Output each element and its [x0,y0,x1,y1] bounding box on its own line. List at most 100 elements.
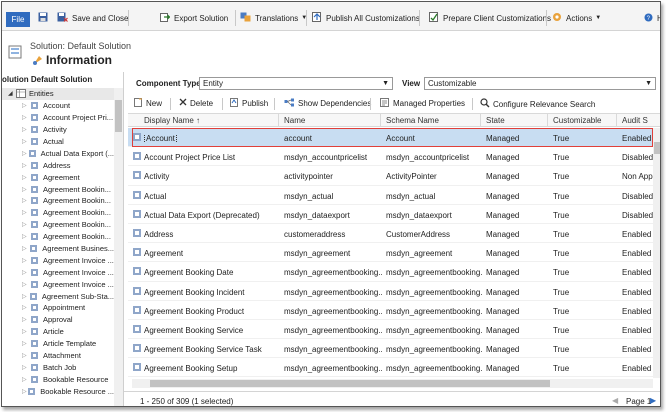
publish-all-button[interactable]: Publish All Customizations [312,11,420,25]
column-divider[interactable] [547,114,548,127]
save-button[interactable] [38,11,52,25]
nav-item[interactable]: ▷ Activity [2,124,114,136]
expand-right-icon[interactable]: ▷ [22,114,30,121]
nav-item[interactable]: ▷ Attachment [2,350,114,362]
table-row[interactable]: Agreement Booking Product msdyn_agreement… [128,301,653,320]
table-row[interactable]: Actual Data Export (Deprecated) msdyn_dat… [128,205,653,224]
nav-item[interactable]: ▷ Article Template [2,338,114,350]
expand-right-icon[interactable]: ▷ [22,197,30,204]
expand-right-icon[interactable]: ▷ [22,174,30,181]
delete-button[interactable]: Delete [179,98,213,108]
expand-right-icon[interactable]: ▷ [22,304,30,311]
nav-item[interactable]: ▷ Agreement Invoice ... [2,278,114,290]
table-row[interactable]: Agreement Booking Incident msdyn_agreemen… [128,282,653,301]
nav-item[interactable]: ▷ Account Project Pri... [2,112,114,124]
expand-right-icon[interactable]: ▷ [22,376,30,383]
column-divider[interactable] [616,114,617,127]
column-divider[interactable] [278,114,279,127]
expand-right-icon[interactable]: ▷ [22,245,29,252]
nav-item[interactable]: ▷ Actual Data Export (... [2,147,114,159]
expand-right-icon[interactable]: ▷ [22,340,30,347]
nav-item[interactable]: ▷ Agreement [2,171,114,183]
column-divider[interactable] [480,114,481,127]
nav-item[interactable]: ▷ Agreement Bookin... [2,231,114,243]
nav-item[interactable]: ▷ Agreement Busines... [2,243,114,255]
new-button[interactable]: New [134,98,162,109]
column-divider[interactable] [380,114,381,127]
table-row[interactable]: Activity activitypointer ActivityPointer Ma… [128,166,653,186]
column-header[interactable]: Audit S [622,116,648,125]
show-dependencies-button[interactable]: Show Dependencies [284,98,371,109]
publish-button[interactable]: Publish [230,98,268,109]
expand-right-icon[interactable]: ▷ [22,126,30,133]
table-cell: Actual [144,191,167,201]
previous-page-icon[interactable]: ◀ [612,396,618,405]
nav-item[interactable]: ▷ Address [2,159,114,171]
table-row[interactable]: Agreement Booking Service msdyn_agreement… [128,320,653,340]
expand-right-icon[interactable]: ▷ [22,364,30,371]
nav-item-entities[interactable]: ◢ Entities [2,88,114,100]
expand-right-icon[interactable]: ▷ [22,102,30,109]
help-button[interactable]: ? He [644,11,660,25]
column-header[interactable]: State [486,116,505,125]
table-row[interactable]: Account account Account Managed True Enabled [128,128,653,148]
nav-item[interactable]: ▷ Account [2,100,114,112]
nav-item[interactable]: ▷ Bookable Resource ... [2,385,114,397]
expand-right-icon[interactable]: ▷ [22,257,30,264]
configure-relevance-search-button[interactable]: Configure Relevance Search [480,98,595,110]
expand-right-icon[interactable]: ▷ [22,293,29,300]
file-button[interactable]: File [6,12,30,27]
table-row[interactable]: Agreement Booking Date msdyn_agreementboo… [128,262,653,282]
column-header[interactable]: Display Name ↑ [144,116,200,125]
nav-item[interactable]: ▷ Approval [2,314,114,326]
expand-right-icon[interactable]: ▷ [22,269,30,276]
next-page-icon[interactable]: ▶ [650,396,656,405]
expand-right-icon[interactable]: ▷ [22,138,30,145]
column-header[interactable]: Customizable [553,116,601,125]
nav-item[interactable]: ▷ Article [2,326,114,338]
expand-right-icon[interactable]: ▷ [22,209,30,216]
expand-right-icon[interactable]: ▷ [22,221,30,228]
expand-right-icon[interactable]: ▷ [22,316,30,323]
grid-horizontal-scrollbar[interactable] [132,379,653,388]
table-row[interactable]: Agreement Booking Setup msdyn_agreementbo… [128,358,653,378]
table-row[interactable]: Account Project Price List msdyn_accountp… [128,147,653,167]
nav-item[interactable]: ▷ Bookable Resource [2,373,114,385]
expand-right-icon[interactable]: ▷ [22,233,30,240]
expand-right-icon[interactable]: ▷ [22,352,30,359]
table-row[interactable]: Agreement msdyn_agreement msdyn_agreement M… [128,243,653,263]
expand-right-icon[interactable]: ▷ [22,328,30,335]
column-header[interactable]: Name [284,116,305,125]
nav-scrollbar[interactable] [114,88,123,406]
view-select[interactable]: Customizable ▼ [424,77,656,90]
managed-properties-button[interactable]: Managed Properties [380,98,465,109]
grid-vertical-scrollbar[interactable] [653,128,660,378]
prepare-client-button[interactable]: Prepare Client Customizations [429,11,551,25]
nav-item[interactable]: ▷ Batch Job [2,361,114,373]
actions-button[interactable]: Actions ▼ [552,11,601,25]
nav-scroll-thumb[interactable] [115,100,122,132]
column-header[interactable]: Schema Name [386,116,439,125]
table-row[interactable]: Actual msdyn_actual msdyn_actual Managed Tru… [128,186,653,205]
grid-vscroll-thumb[interactable] [654,142,660,154]
nav-item[interactable]: ▷ Agreement Bookin... [2,195,114,207]
nav-item[interactable]: ▷ Agreement Invoice ... [2,254,114,266]
save-and-close-button[interactable]: Save and Close [57,11,128,25]
nav-item[interactable]: ▷ Appointment [2,302,114,314]
grid-hscroll-thumb[interactable] [150,380,550,387]
component-type-select[interactable]: Entity ▼ [199,77,393,90]
expand-down-icon[interactable]: ◢ [8,90,16,97]
expand-right-icon[interactable]: ▷ [22,281,30,288]
export-solution-button[interactable]: Export Solution [160,11,228,25]
nav-item[interactable]: ▷ Agreement Bookin... [2,183,114,195]
nav-item[interactable]: ▷ Agreement Sub-Sta... [2,290,114,302]
translations-button[interactable]: Translations ▼ [240,11,307,25]
nav-item[interactable]: ▷ Agreement Invoice ... [2,266,114,278]
expand-right-icon[interactable]: ▷ [22,186,30,193]
expand-right-icon[interactable]: ▷ [22,162,30,169]
nav-item[interactable]: ▷ Agreement Bookin... [2,219,114,231]
nav-item[interactable]: ▷ Agreement Bookin... [2,207,114,219]
table-row[interactable]: Address customeraddress CustomerAddress Man… [128,224,653,244]
nav-item[interactable]: ▷ Actual [2,136,114,148]
table-row[interactable]: Agreement Booking Service Task msdyn_agre… [128,339,653,359]
